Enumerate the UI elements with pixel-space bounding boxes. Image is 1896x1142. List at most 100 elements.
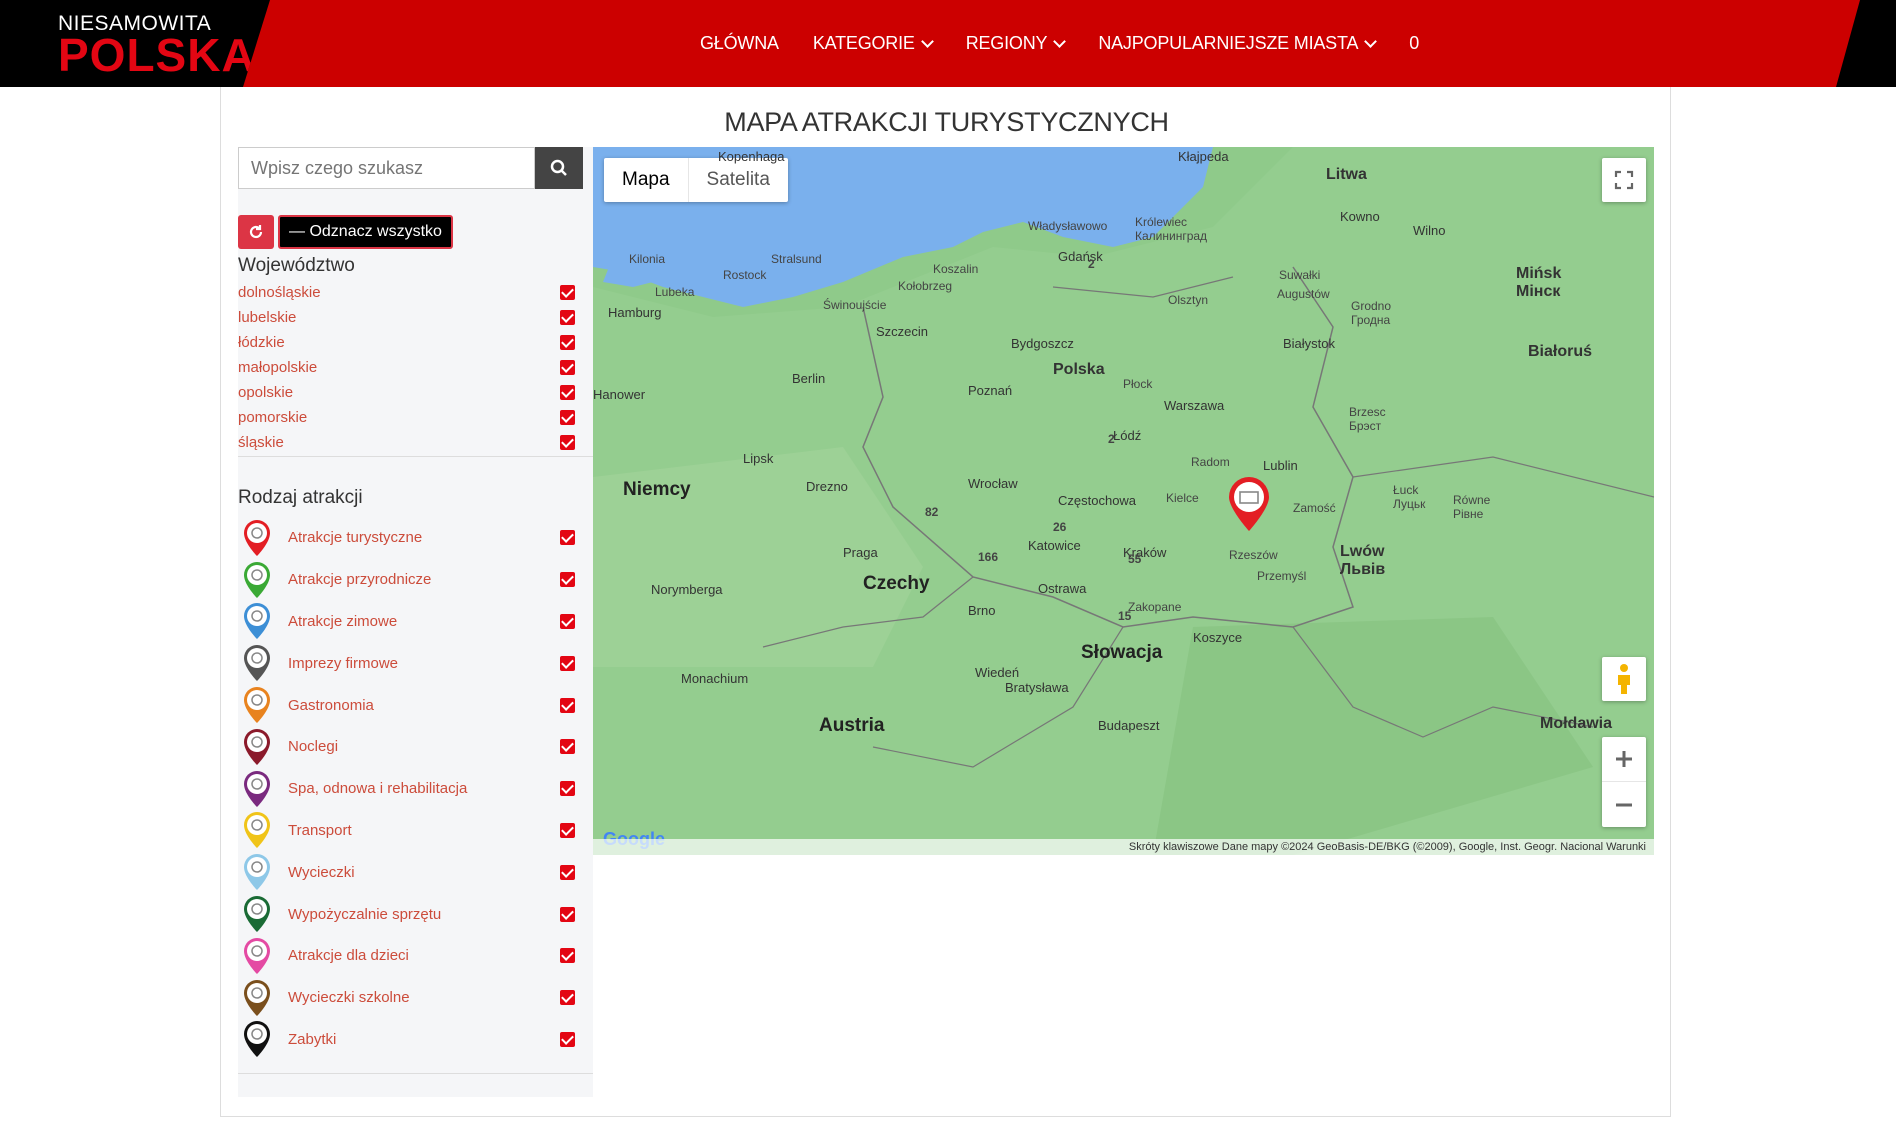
nav-regions[interactable]: REGIONY	[966, 33, 1067, 54]
attr-item[interactable]: Atrakcje zimowe	[238, 601, 575, 643]
tab-satellite[interactable]: Satelita	[689, 158, 788, 202]
map-marker-pin[interactable]	[1226, 475, 1272, 533]
checkbox[interactable]	[560, 781, 575, 797]
checkbox[interactable]	[560, 697, 575, 713]
map-label-kopenhaga: Kopenhaga	[718, 149, 785, 164]
checkbox[interactable]	[560, 335, 575, 350]
map-label-klajpeda: Kłajpeda	[1178, 149, 1229, 164]
woj-item-label: lubelskie	[238, 309, 297, 326]
refresh-icon	[249, 225, 263, 239]
woj-item-label: śląskie	[238, 434, 284, 451]
map-label-brzesc: Brzesc Брэст	[1349, 405, 1386, 433]
attr-item[interactable]: Atrakcje turystyczne	[238, 517, 575, 559]
map-attribution[interactable]: Skróty klawiszowe Dane mapy ©2024 GeoBas…	[593, 839, 1654, 855]
attr-item[interactable]: Atrakcje dla dzieci	[238, 935, 575, 977]
checkbox[interactable]	[560, 310, 575, 325]
street-view-button[interactable]	[1602, 657, 1646, 701]
woj-item[interactable]: małopolskie	[238, 355, 575, 380]
zoom-in-button[interactable]	[1602, 737, 1646, 782]
woj-item[interactable]: pomorskie	[238, 405, 575, 430]
woj-item[interactable]: łódzkie	[238, 330, 575, 355]
cluster-count[interactable]: 2	[1088, 257, 1095, 271]
map-label-szczecin: Szczecin	[876, 324, 929, 339]
map-label-drezno: Drezno	[806, 479, 848, 494]
tab-map[interactable]: Mapa	[604, 158, 689, 202]
cluster-count[interactable]: 2	[1108, 432, 1115, 446]
attr-item-label: Transport	[288, 821, 352, 839]
fullscreen-button[interactable]	[1602, 158, 1646, 202]
checkbox[interactable]	[560, 822, 575, 838]
woj-item-label: opolskie	[238, 384, 294, 401]
attr-item[interactable]: Transport	[238, 810, 575, 852]
map-label-warszawa: Warszawa	[1164, 398, 1225, 413]
cluster-count[interactable]: 26	[1053, 520, 1066, 534]
attr-item[interactable]: Wycieczki	[238, 851, 575, 893]
checkbox[interactable]	[560, 360, 575, 375]
reset-button[interactable]	[238, 215, 274, 249]
attr-list: Atrakcje turystyczne Atrakcje przyrodnic…	[238, 517, 575, 1060]
uncheck-all-button[interactable]: — Odznacz wszystko	[278, 215, 453, 249]
checkbox[interactable]	[560, 948, 575, 964]
cluster-count[interactable]: 15	[1118, 609, 1131, 623]
attr-item[interactable]: Zabytki	[238, 1019, 575, 1061]
map-label-litwa: Litwa	[1326, 166, 1367, 183]
attr-item[interactable]: Imprezy firmowe	[238, 642, 575, 684]
checkbox[interactable]	[560, 285, 575, 300]
checkbox[interactable]	[560, 655, 575, 671]
map-label-lwow: Lwów Львів	[1340, 543, 1386, 578]
site-header: NIESAMOWITA POLSKA GŁÓWNA KATEGORIE REGI…	[0, 0, 1896, 87]
map-label-wladyslawowo: Władysławowo	[1028, 219, 1108, 233]
search-button[interactable]	[535, 147, 583, 189]
checkbox[interactable]	[560, 864, 575, 880]
checkbox[interactable]	[560, 572, 575, 588]
checkbox[interactable]	[560, 410, 575, 425]
map-label-czechy: Czechy	[863, 573, 930, 594]
checkbox[interactable]	[560, 906, 575, 922]
map-label-lubeka: Lubeka	[655, 285, 695, 299]
cluster-count[interactable]: 55	[1128, 552, 1141, 566]
nav-cart-count[interactable]: 0	[1409, 33, 1419, 54]
category-pin-icon	[244, 519, 270, 556]
checkbox[interactable]	[560, 990, 575, 1006]
woj-item[interactable]: lubelskie	[238, 305, 575, 330]
woj-list: dolnośląskie lubelskie łódzkie małopolskie o…	[238, 280, 575, 455]
map[interactable]: Mapa Satelita Kopenhaga Kłajpeda Litwa Kown…	[593, 147, 1654, 855]
map-label-poznan: Poznań	[968, 383, 1013, 398]
attr-item[interactable]: Wycieczki szkolne	[238, 977, 575, 1019]
map-label-czestochowa: Częstochowa	[1058, 493, 1137, 508]
checkbox[interactable]	[560, 739, 575, 755]
chevron-down-icon	[920, 34, 934, 48]
attr-item[interactable]: Noclegi	[238, 726, 575, 768]
search-input[interactable]	[238, 147, 535, 189]
map-label-wieden: Wiedeń	[975, 665, 1020, 680]
map-label-krolewiec: Królewiec Калининград	[1135, 215, 1208, 243]
checkbox[interactable]	[560, 385, 575, 400]
woj-item[interactable]: opolskie	[238, 380, 575, 405]
woj-item[interactable]: dolnośląskie	[238, 280, 575, 305]
logo[interactable]: NIESAMOWITA POLSKA	[0, 0, 270, 87]
nav-popular-cities[interactable]: NAJPOPULARNIEJSZE MIASTA	[1098, 33, 1378, 54]
woj-item[interactable]: śląskie	[238, 430, 575, 455]
nav-categories[interactable]: KATEGORIE	[813, 33, 934, 54]
sidebar: — Odznacz wszystko Województwo dolnośląs…	[238, 147, 593, 1097]
attr-item[interactable]: Spa, odnowa i rehabilitacja	[238, 768, 575, 810]
attr-item[interactable]: Gastronomia	[238, 684, 575, 726]
map-label-koszalin: Koszalin	[933, 262, 979, 276]
cluster-count[interactable]: 166	[978, 550, 998, 564]
cluster-count[interactable]: 82	[925, 505, 938, 519]
map-label-olsztyn: Olsztyn	[1168, 293, 1209, 307]
filter-buttons: — Odznacz wszystko	[238, 215, 453, 249]
attr-item[interactable]: Wypożyczalnie sprzętu	[238, 893, 575, 935]
checkbox[interactable]	[560, 1031, 575, 1047]
map-label-norymberga: Norymberga	[651, 582, 723, 597]
category-pin-icon	[244, 937, 270, 974]
map-label-gdansk: Gdańsk	[1058, 249, 1103, 264]
zoom-out-button[interactable]	[1602, 782, 1646, 827]
checkbox[interactable]	[560, 613, 575, 629]
category-pin-icon	[244, 561, 270, 598]
attr-item[interactable]: Atrakcje przyrodnicze	[238, 559, 575, 601]
nav-home[interactable]: GŁÓWNA	[700, 33, 779, 54]
checkbox[interactable]	[560, 530, 575, 546]
map-label-bydgoszcz: Bydgoszcz	[1011, 336, 1074, 351]
checkbox[interactable]	[560, 435, 575, 450]
